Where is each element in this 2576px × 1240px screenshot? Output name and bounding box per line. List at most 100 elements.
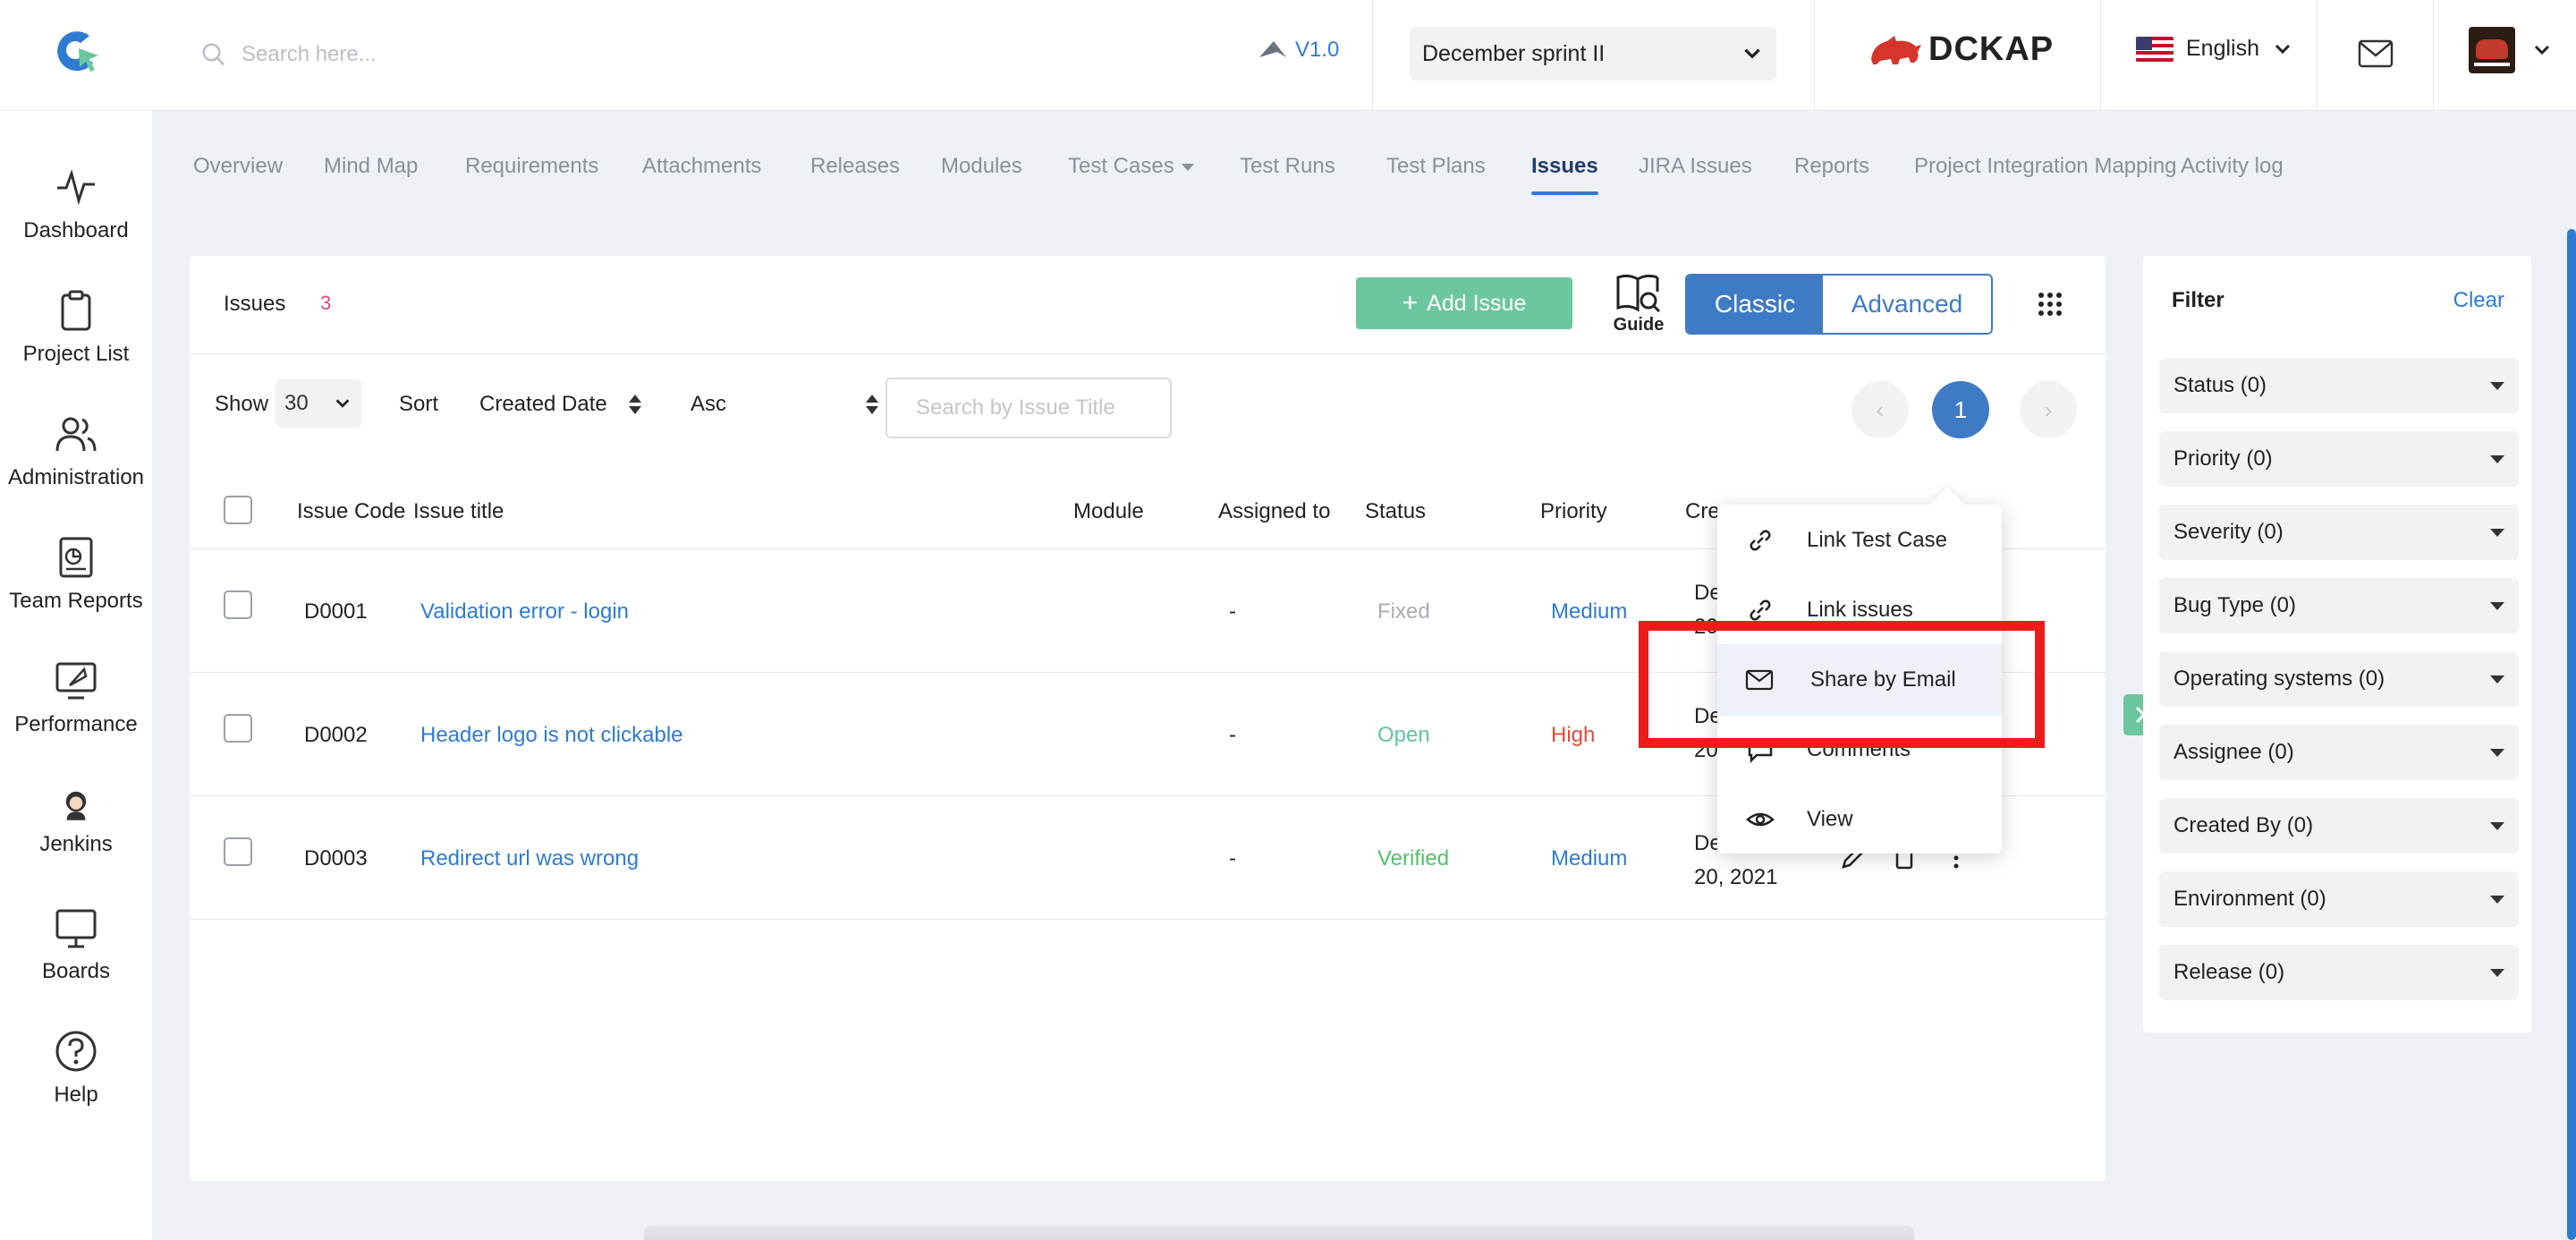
caret-down-icon: [2490, 895, 2504, 904]
filter-priority[interactable]: Priority (0): [2159, 431, 2519, 487]
chevron-down-icon: [335, 399, 350, 408]
tab-test-cases[interactable]: Test Cases: [1068, 154, 1194, 179]
sort-order-select[interactable]: Asc: [691, 392, 879, 417]
global-search-input[interactable]: [242, 42, 707, 67]
assigned-to: -: [1229, 599, 1236, 624]
tab-issues[interactable]: Issues: [1531, 154, 1598, 195]
tab-mind-map[interactable]: Mind Map: [324, 154, 418, 179]
nav-jenkins[interactable]: Jenkins: [0, 787, 152, 857]
filter-severity[interactable]: Severity (0): [2159, 505, 2519, 560]
classic-view-button[interactable]: Classic: [1687, 276, 1823, 333]
tab-requirements[interactable]: Requirements: [465, 154, 598, 179]
caret-down-icon: [2490, 968, 2504, 977]
highlight-box: [1639, 621, 2045, 748]
menu-item-label: Link issues: [1807, 598, 1913, 622]
tab-project-integration-mapping[interactable]: Project Integration Mapping: [1914, 154, 2177, 179]
user-avatar[interactable]: [2469, 27, 2515, 73]
nav-project-list[interactable]: Project List: [0, 288, 152, 367]
sort-field-select[interactable]: Created Date: [479, 392, 641, 417]
tab-overview[interactable]: Overview: [193, 154, 283, 179]
caret-down-icon: [2490, 454, 2504, 463]
page-size-select[interactable]: 30: [275, 379, 361, 428]
col-module[interactable]: Module: [1073, 499, 1144, 524]
help-icon: [55, 1031, 97, 1072]
filter-label: Release (0): [2174, 960, 2285, 984]
eye-icon: [1746, 812, 1775, 827]
language-select[interactable]: English: [2136, 36, 2293, 62]
prev-page-button[interactable]: ‹: [1852, 381, 1909, 438]
tab-modules[interactable]: Modules: [941, 154, 1022, 179]
brand-name: DCKAP: [1928, 30, 2055, 68]
nav-dashboard[interactable]: Dashboard: [0, 165, 152, 243]
filter-created-by[interactable]: Created By (0): [2159, 798, 2519, 854]
status-badge: Open: [1377, 723, 1430, 747]
list-toolbar: Show 30 Sort Created Date Asc ‹ 1 ›: [190, 354, 2106, 465]
next-page-button[interactable]: ›: [2020, 381, 2077, 438]
issue-title-search[interactable]: [886, 378, 1172, 438]
col-status[interactable]: Status: [1365, 499, 1426, 524]
add-issue-button[interactable]: + Add Issue: [1356, 277, 1572, 329]
nav-label: Project List: [22, 342, 130, 366]
row-checkbox[interactable]: [224, 714, 252, 743]
jenkins-icon: [65, 791, 87, 820]
issue-title-link[interactable]: Header logo is not clickable: [420, 723, 683, 748]
tab-test-runs[interactable]: Test Runs: [1240, 154, 1335, 179]
show-label: Show: [215, 392, 269, 416]
guide-button[interactable]: Guide: [1603, 272, 1674, 335]
page-size-value: 30: [284, 391, 309, 415]
tab-activity-log[interactable]: Activity log: [2181, 154, 2284, 179]
version-badge[interactable]: V1.0: [1258, 38, 1339, 63]
nav-performance[interactable]: Performance: [0, 658, 152, 737]
filter-label: Created By (0): [2174, 813, 2314, 837]
filter-release[interactable]: Release (0): [2159, 945, 2519, 1000]
menu-item-label: View: [1807, 807, 1853, 831]
tab-reports[interactable]: Reports: [1794, 154, 1869, 179]
select-all-checkbox[interactable]: [224, 496, 252, 524]
nav-team-reports[interactable]: Team Reports: [0, 535, 152, 614]
tab-attachments[interactable]: Attachments: [642, 154, 761, 179]
filter-label: Assignee (0): [2174, 740, 2294, 764]
page-1-button[interactable]: 1: [1932, 381, 1989, 438]
col-issue-title[interactable]: Issue title: [413, 499, 504, 524]
filter-bug-type[interactable]: Bug Type (0): [2159, 578, 2519, 633]
col-assigned-to[interactable]: Assigned to: [1218, 499, 1330, 524]
filter-operating-systems[interactable]: Operating systems (0): [2159, 651, 2519, 707]
filter-status[interactable]: Status (0): [2159, 358, 2519, 413]
col-priority[interactable]: Priority: [1540, 499, 1607, 524]
page-scrollbar[interactable]: [2567, 229, 2576, 1240]
filter-assignee[interactable]: Assignee (0): [2159, 725, 2519, 780]
row-checkbox[interactable]: [224, 837, 252, 866]
apps-grid-icon[interactable]: [2036, 290, 2064, 318]
status-badge: Fixed: [1377, 599, 1430, 624]
top-bar: V1.0 December sprint II DCKAP English: [0, 0, 2576, 111]
tab-releases[interactable]: Releases: [810, 154, 900, 179]
nav-boards[interactable]: Boards: [0, 905, 152, 984]
mail-icon[interactable]: [2358, 38, 2394, 70]
nav-label: Boards: [41, 959, 111, 983]
filter-panel: Filter Clear Status (0) Priority (0) Sev…: [2143, 256, 2531, 1032]
filter-clear-link[interactable]: Clear: [2453, 288, 2504, 313]
app-logo-icon[interactable]: [50, 25, 104, 79]
link-icon: [1750, 530, 1771, 551]
col-issue-code[interactable]: Issue Code: [297, 499, 405, 524]
sprint-select[interactable]: December sprint II: [1410, 27, 1776, 81]
menu-item-view[interactable]: View: [1717, 784, 2002, 855]
issues-title: Issues: [224, 292, 286, 316]
issue-title-link[interactable]: Redirect url was wrong: [420, 846, 639, 871]
nav-administration[interactable]: Administration: [0, 412, 152, 490]
nav-help[interactable]: Help: [0, 1029, 152, 1108]
sort-field-value: Created Date: [479, 392, 607, 416]
global-search[interactable]: [200, 34, 737, 75]
filter-environment[interactable]: Environment (0): [2159, 871, 2519, 927]
tab-jira-issues[interactable]: JIRA Issues: [1639, 154, 1752, 179]
row-checkbox[interactable]: [224, 590, 252, 619]
advanced-view-button[interactable]: Advanced: [1823, 276, 1991, 333]
left-nav: Dashboard Project List Administration Te…: [0, 111, 152, 1240]
sort-arrows-icon: [628, 395, 641, 414]
chevron-down-icon[interactable]: [2531, 39, 2553, 61]
menu-item-link-test-case[interactable]: Link Test Case: [1717, 505, 2002, 576]
col-created[interactable]: Cre: [1685, 499, 1720, 524]
issue-title-link[interactable]: Validation error - login: [420, 599, 629, 624]
tab-test-plans[interactable]: Test Plans: [1386, 154, 1486, 179]
priority-label: Medium: [1551, 846, 1628, 871]
